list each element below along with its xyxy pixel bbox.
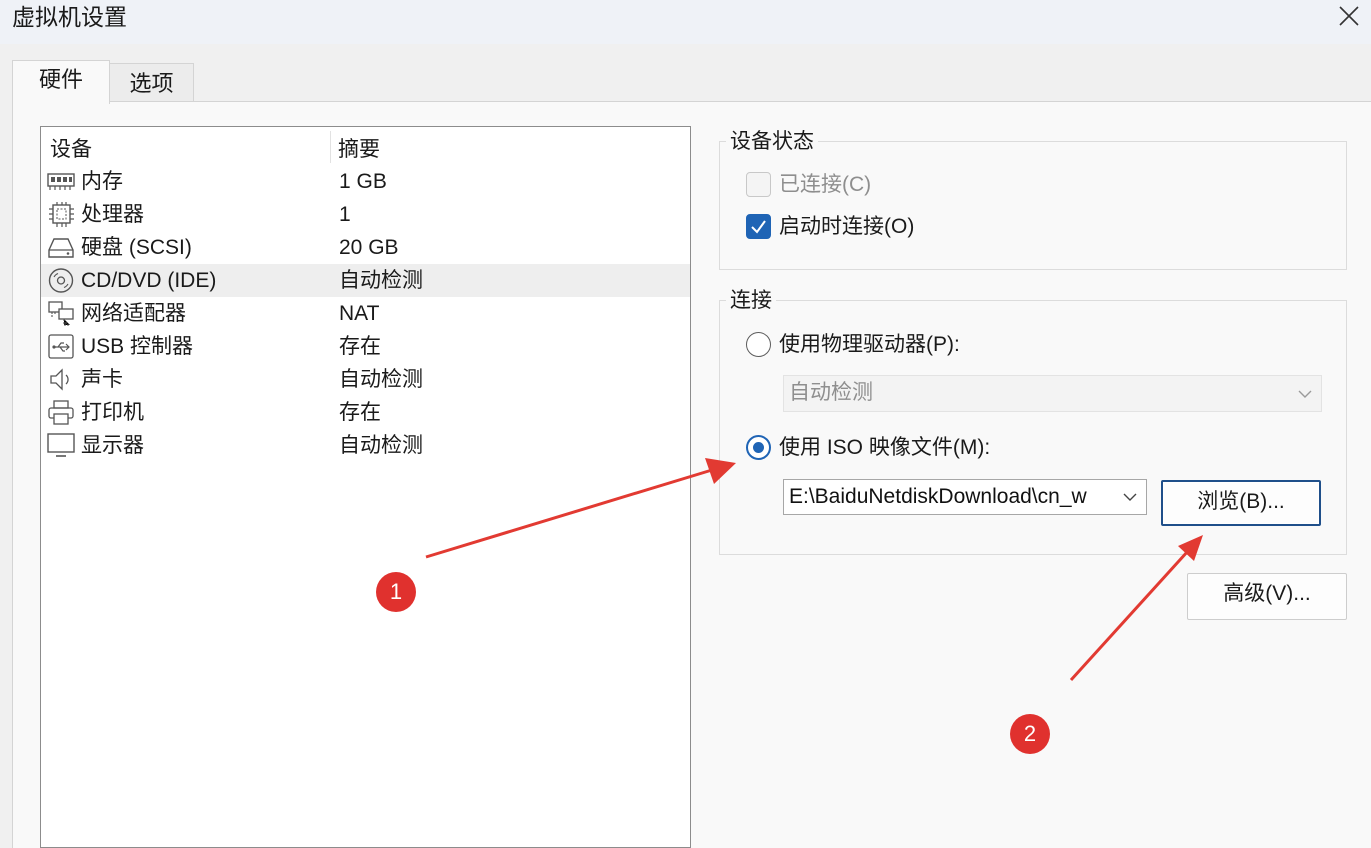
device-summary: 自动检测 bbox=[339, 269, 423, 292]
physical-drive-radio[interactable] bbox=[746, 332, 771, 357]
cd-dvd-icon bbox=[48, 268, 74, 293]
device-summary: 1 GB bbox=[339, 170, 387, 193]
tab-strip: 硬件 选项 bbox=[0, 44, 1371, 104]
browse-button[interactable]: 浏览(B)... bbox=[1161, 480, 1321, 526]
hard-disk-icon bbox=[48, 238, 74, 258]
device-summary: 存在 bbox=[339, 335, 381, 358]
connection-label: 连接 bbox=[726, 288, 776, 314]
printer-icon bbox=[48, 400, 74, 425]
device-summary: NAT bbox=[339, 302, 380, 325]
display-icon bbox=[47, 433, 75, 457]
checkmark-icon bbox=[751, 220, 766, 234]
tab-options[interactable]: 选项 bbox=[109, 63, 194, 102]
connect-at-power-on-label: 启动时连接(O) bbox=[779, 215, 915, 238]
device-row-cd-dvd[interactable]: CD/DVD (IDE) 自动检测 bbox=[41, 264, 690, 297]
connected-label: 已连接(C) bbox=[779, 173, 872, 196]
title-bar: 虚拟机设置 bbox=[0, 0, 1371, 44]
memory-icon bbox=[47, 173, 75, 190]
device-name: CD/DVD (IDE) bbox=[81, 269, 217, 292]
annotation-marker-1: 1 bbox=[376, 572, 416, 612]
chevron-down-icon bbox=[1297, 376, 1313, 411]
device-name: 硬盘 (SCSI) bbox=[81, 236, 192, 259]
device-name: 显示器 bbox=[81, 434, 144, 457]
device-name: 声卡 bbox=[81, 368, 123, 391]
iso-path-input[interactable]: E:\BaiduNetdiskDownload\cn_w bbox=[783, 479, 1147, 515]
column-header-summary[interactable]: 摘要 bbox=[338, 133, 380, 163]
device-name: 内存 bbox=[81, 170, 123, 193]
device-row-printer[interactable]: 打印机 存在 bbox=[41, 396, 690, 429]
network-adapter-icon bbox=[48, 301, 74, 326]
usb-icon bbox=[48, 334, 74, 359]
device-name: 处理器 bbox=[81, 203, 144, 226]
window-title: 虚拟机设置 bbox=[12, 4, 127, 30]
device-row-memory[interactable]: 内存 1 GB bbox=[41, 165, 690, 198]
device-summary: 1 bbox=[339, 203, 351, 226]
connected-checkbox[interactable] bbox=[746, 172, 771, 197]
device-row-network-adapter[interactable]: 网络适配器 NAT bbox=[41, 297, 690, 330]
device-summary: 存在 bbox=[339, 401, 381, 424]
physical-drive-select[interactable]: 自动检测 bbox=[783, 375, 1322, 412]
chevron-down-icon[interactable] bbox=[1122, 480, 1138, 514]
iso-path-value: E:\BaiduNetdiskDownload\cn_w bbox=[789, 485, 1087, 508]
device-row-usb[interactable]: USB 控制器 存在 bbox=[41, 330, 690, 363]
device-name: USB 控制器 bbox=[81, 335, 194, 358]
iso-image-label: 使用 ISO 映像文件(M): bbox=[779, 436, 991, 459]
device-row-processor[interactable]: 处理器 1 bbox=[41, 198, 690, 231]
device-status-label: 设备状态 bbox=[726, 129, 818, 155]
tab-hardware[interactable]: 硬件 bbox=[12, 60, 110, 104]
device-row-sound[interactable]: 声卡 自动检测 bbox=[41, 363, 690, 396]
column-separator[interactable] bbox=[330, 131, 331, 163]
processor-icon bbox=[49, 202, 74, 227]
device-list[interactable]: 设备 摘要 内存 1 GB 处理器 1 硬盘 (SCSI) 20 GB CD/D… bbox=[40, 126, 691, 848]
advanced-button[interactable]: 高级(V)... bbox=[1187, 573, 1347, 620]
device-row-hard-disk[interactable]: 硬盘 (SCSI) 20 GB bbox=[41, 231, 690, 264]
iso-image-radio[interactable] bbox=[746, 435, 771, 460]
close-icon bbox=[1339, 6, 1359, 26]
device-summary: 20 GB bbox=[339, 236, 399, 259]
sound-icon bbox=[50, 368, 69, 391]
device-summary: 自动检测 bbox=[339, 368, 423, 391]
annotation-marker-2: 2 bbox=[1010, 714, 1050, 754]
list-header: 设备 摘要 bbox=[41, 127, 690, 165]
device-status-group bbox=[719, 141, 1347, 270]
connect-at-power-on-checkbox[interactable] bbox=[746, 214, 771, 239]
device-name: 打印机 bbox=[81, 401, 144, 424]
device-name: 网络适配器 bbox=[81, 302, 186, 325]
device-row-display[interactable]: 显示器 自动检测 bbox=[41, 429, 690, 462]
column-header-device[interactable]: 设备 bbox=[50, 133, 92, 163]
physical-drive-value: 自动检测 bbox=[789, 381, 873, 404]
physical-drive-label: 使用物理驱动器(P): bbox=[779, 333, 960, 356]
device-summary: 自动检测 bbox=[339, 434, 423, 457]
close-button[interactable] bbox=[1327, 0, 1371, 32]
